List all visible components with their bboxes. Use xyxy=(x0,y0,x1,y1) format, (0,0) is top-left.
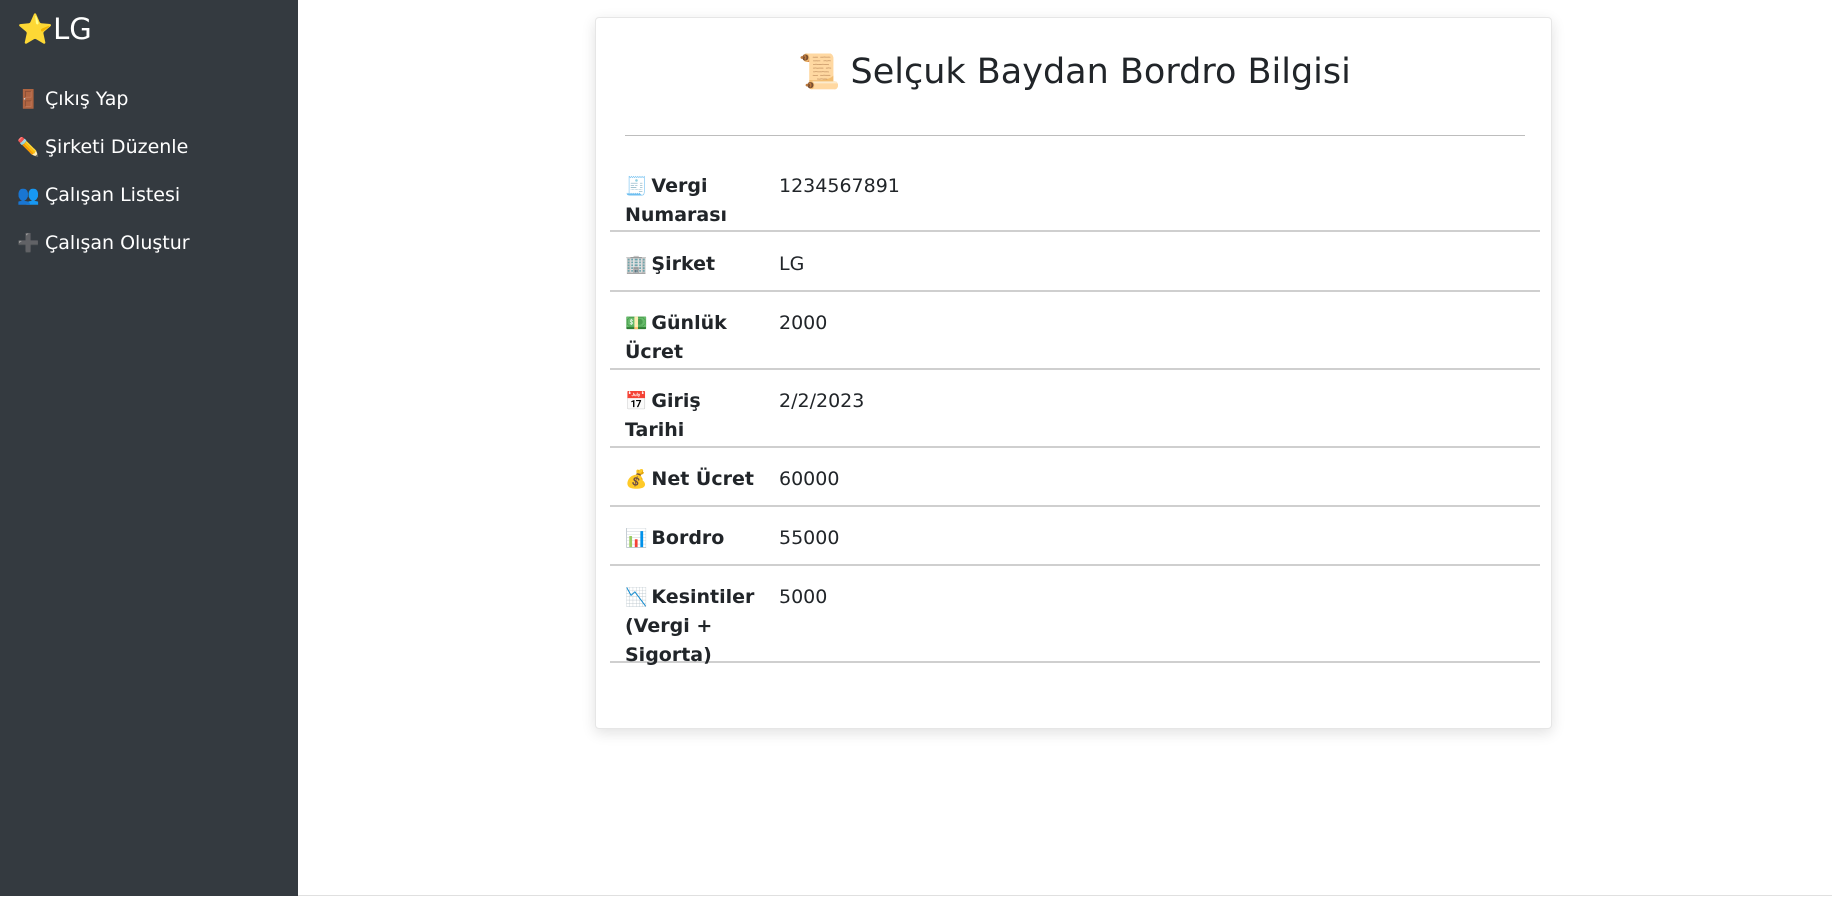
row-value: 55000 xyxy=(779,527,840,549)
bar-chart-icon: 📊 xyxy=(625,528,648,549)
star-icon: ⭐ xyxy=(17,11,54,46)
row-label: 📅 Giriş Tarihi xyxy=(625,387,760,445)
page-bottom-divider xyxy=(298,895,1832,896)
payroll-card: 📜 Selçuk Baydan Bordro Bilgisi 🧾 Vergi Num… xyxy=(595,17,1552,729)
row-value: 1234567891 xyxy=(779,175,900,197)
title-divider xyxy=(625,135,1525,136)
page-title-text: Selçuk Baydan Bordro Bilgisi xyxy=(850,52,1351,92)
sidebar-item-label: Şirketi Düzenle xyxy=(45,136,189,158)
row-value: 2/2/2023 xyxy=(779,390,865,412)
row-label-text: Net Ücret xyxy=(651,468,754,490)
chart-decreasing-icon: 📉 xyxy=(625,587,648,608)
row-label: 📊 Bordro xyxy=(625,524,760,553)
brand[interactable]: ⭐ LG xyxy=(17,9,92,49)
row-value: 60000 xyxy=(779,468,840,490)
sidebar-item-label: Çalışan Oluştur xyxy=(45,232,190,254)
table-row-deductions: 📉 Kesintiler (Vergi + Sigorta) 5000 xyxy=(610,583,1540,666)
table-row-start-date: 📅 Giriş Tarihi 2/2/2023 xyxy=(610,387,1540,448)
sidebar: ⭐ LG 🚪 Çıkış Yap ✏️ Şirketi Düzenle 👥 Ça… xyxy=(0,0,298,896)
office-building-icon: 🏢 xyxy=(625,254,648,275)
table-row-payroll: 📊 Bordro 55000 xyxy=(610,524,1540,566)
receipt-icon: 🧾 xyxy=(625,176,648,197)
plus-icon: ➕ xyxy=(17,232,40,254)
page-title: 📜 Selçuk Baydan Bordro Bilgisi xyxy=(596,46,1553,98)
sidebar-item-label: Çalışan Listesi xyxy=(45,184,181,206)
sidebar-item-edit-company[interactable]: ✏️ Şirketi Düzenle xyxy=(17,132,188,162)
table-row-net-wage: 💰 Net Ücret 60000 xyxy=(610,465,1540,507)
row-label: 🏢 Şirket xyxy=(625,250,760,279)
table-row-tax-number: 🧾 Vergi Numarası 1234567891 xyxy=(610,172,1540,232)
banknote-icon: 💵 xyxy=(625,313,648,334)
row-value: 5000 xyxy=(779,586,828,608)
table-row-company: 🏢 Şirket LG xyxy=(610,250,1540,292)
row-value: 2000 xyxy=(779,312,828,334)
pencil-icon: ✏️ xyxy=(17,136,40,158)
calendar-icon: 📅 xyxy=(625,391,648,412)
sidebar-item-label: Çıkış Yap xyxy=(45,88,129,110)
row-label-text: Bordro xyxy=(651,527,725,549)
people-icon: 👥 xyxy=(17,184,40,206)
brand-label: LG xyxy=(53,12,92,46)
row-label: 💰 Net Ücret xyxy=(625,465,760,494)
sidebar-item-logout[interactable]: 🚪 Çıkış Yap xyxy=(17,84,128,114)
row-label: 💵 Günlük Ücret xyxy=(625,309,760,367)
money-bag-icon: 💰 xyxy=(625,469,648,490)
table-row-daily-wage: 💵 Günlük Ücret 2000 xyxy=(610,309,1540,370)
sidebar-item-create-employee[interactable]: ➕ Çalışan Oluştur xyxy=(17,228,190,258)
row-label: 📉 Kesintiler (Vergi + Sigorta) xyxy=(625,583,760,670)
sidebar-item-employee-list[interactable]: 👥 Çalışan Listesi xyxy=(17,180,180,210)
row-label-text: Şirket xyxy=(651,253,716,275)
row-label: 🧾 Vergi Numarası xyxy=(625,172,760,230)
door-icon: 🚪 xyxy=(17,88,40,110)
scroll-icon: 📜 xyxy=(798,52,841,92)
row-value: LG xyxy=(779,253,805,275)
